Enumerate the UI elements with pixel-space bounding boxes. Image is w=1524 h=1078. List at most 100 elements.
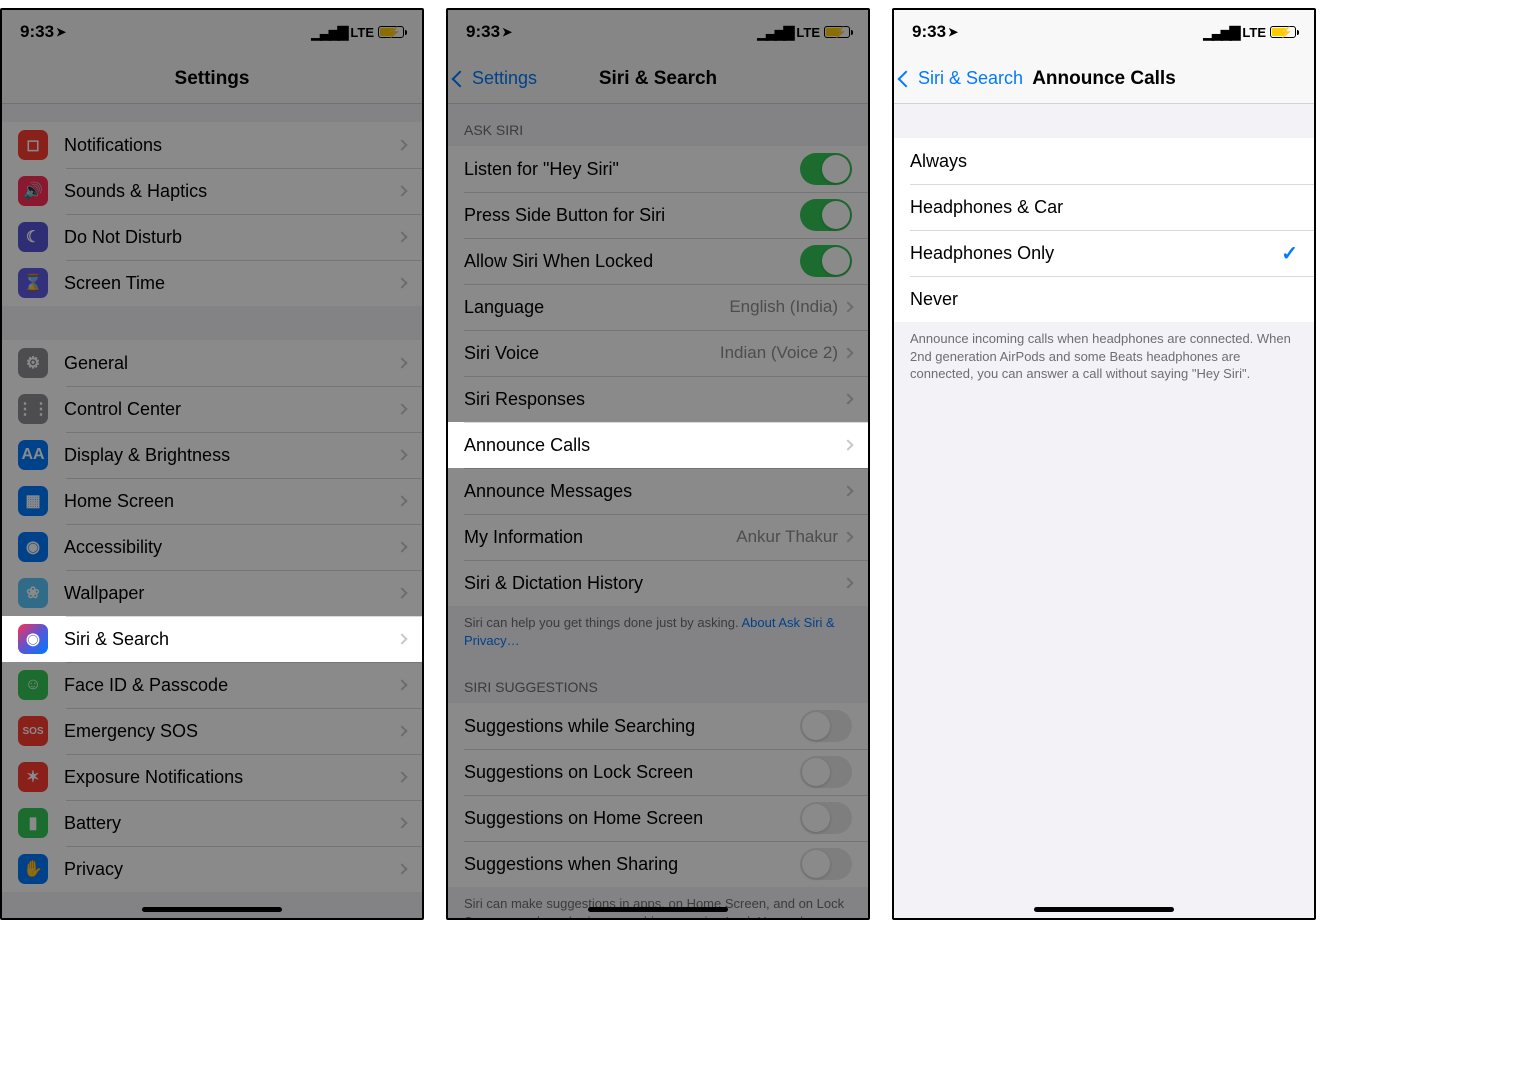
- settings-row-home-screen[interactable]: ▦Home Screen: [2, 478, 422, 524]
- chevron-left-icon: [898, 70, 915, 87]
- row-label: Privacy: [64, 859, 398, 880]
- siri-row-suggestions-on-home-screen[interactable]: Suggestions on Home Screen: [448, 795, 868, 841]
- row-label: Do Not Disturb: [64, 227, 398, 248]
- settings-row-screen-time[interactable]: ⌛ Screen Time: [2, 260, 422, 306]
- toggle[interactable]: [800, 756, 852, 788]
- announce-option-headphones-car[interactable]: Headphones & Car: [894, 184, 1314, 230]
- toggle[interactable]: [800, 153, 852, 185]
- settings-row-control-center[interactable]: ⋮⋮Control Center: [2, 386, 422, 432]
- phone-siri-search: 9:33 ➤ ▁▃▅▇ LTE ⚡ Settings Siri & Search…: [446, 8, 870, 920]
- settings-row-do-not-disturb[interactable]: ☾ Do Not Disturb: [2, 214, 422, 260]
- carrier-label: LTE: [350, 25, 374, 40]
- siri-row-suggestions-on-lock-screen[interactable]: Suggestions on Lock Screen: [448, 749, 868, 795]
- home-indicator[interactable]: [1034, 907, 1174, 912]
- chevron-right-icon: [396, 679, 407, 690]
- app-icon: ⋮⋮: [18, 394, 48, 424]
- section-header-suggestions: SIRI SUGGESTIONS: [448, 661, 868, 703]
- toggle[interactable]: [800, 199, 852, 231]
- chevron-right-icon: [842, 347, 853, 358]
- siri-content[interactable]: ASK SIRI Listen for "Hey Siri"Press Side…: [448, 104, 868, 920]
- option-label: Always: [910, 151, 1298, 172]
- app-icon: ◻: [18, 130, 48, 160]
- siri-row-my-information[interactable]: My InformationAnkur Thakur: [448, 514, 868, 560]
- chevron-right-icon: [396, 449, 407, 460]
- row-label: Display & Brightness: [64, 445, 398, 466]
- toggle[interactable]: [800, 245, 852, 277]
- announce-content[interactable]: Always Headphones & CarHeadphones Only✓ Ne…: [894, 104, 1314, 395]
- toggle[interactable]: [800, 802, 852, 834]
- chevron-right-icon: [396, 771, 407, 782]
- home-indicator[interactable]: [142, 907, 282, 912]
- row-label: Press Side Button for Siri: [464, 205, 800, 226]
- location-icon: ➤: [56, 25, 66, 39]
- siri-row-suggestions-when-sharing[interactable]: Suggestions when Sharing: [448, 841, 868, 887]
- siri-row-language[interactable]: LanguageEnglish (India): [448, 284, 868, 330]
- siri-row-siri-dictation-history[interactable]: Siri & Dictation History: [448, 560, 868, 606]
- row-label: Screen Time: [64, 273, 398, 294]
- settings-row-emergency-sos[interactable]: SOS Emergency SOS: [2, 708, 422, 754]
- siri-row-siri-responses[interactable]: Siri Responses: [448, 376, 868, 422]
- back-button[interactable]: Settings: [454, 54, 537, 103]
- app-icon: ⚙: [18, 348, 48, 378]
- chevron-right-icon: [396, 541, 407, 552]
- settings-row-accessibility[interactable]: ◉ Accessibility: [2, 524, 422, 570]
- battery-icon: ⚡: [378, 26, 404, 38]
- settings-row-privacy[interactable]: ✋Privacy: [2, 846, 422, 892]
- page-title: Siri & Search: [599, 68, 717, 90]
- settings-row-sounds-haptics[interactable]: 🔊Sounds & Haptics: [2, 168, 422, 214]
- row-label: Accessibility: [64, 537, 398, 558]
- chevron-right-icon: [396, 357, 407, 368]
- siri-row-allow-siri-when-locked[interactable]: Allow Siri When Locked: [448, 238, 868, 284]
- signal-icon: ▁▃▅▇: [1203, 24, 1238, 41]
- row-label: Home Screen: [64, 491, 398, 512]
- app-icon: SOS: [18, 716, 48, 746]
- siri-row-listen-for-hey-siri-[interactable]: Listen for "Hey Siri": [448, 146, 868, 192]
- siri-row-announce-calls[interactable]: Announce Calls: [448, 422, 868, 468]
- back-label: Siri & Search: [918, 68, 1023, 89]
- back-button[interactable]: Siri & Search: [900, 54, 1023, 103]
- announce-option-always[interactable]: Always: [894, 138, 1314, 184]
- app-icon: ❀: [18, 578, 48, 608]
- home-indicator[interactable]: [588, 907, 728, 912]
- app-icon: ⌛: [18, 268, 48, 298]
- chevron-left-icon: [452, 70, 469, 87]
- settings-row-exposure-notifications[interactable]: ✶Exposure Notifications: [2, 754, 422, 800]
- battery-icon: ⚡: [1270, 26, 1296, 38]
- settings-row-wallpaper[interactable]: ❀Wallpaper: [2, 570, 422, 616]
- row-label: Siri & Dictation History: [464, 573, 844, 594]
- settings-content[interactable]: ◻Notifications🔊Sounds & Haptics ☾ Do Not D…: [2, 104, 422, 920]
- app-icon: ◉: [18, 532, 48, 562]
- back-label: Settings: [472, 68, 537, 89]
- status-time: 9:33: [912, 22, 946, 42]
- row-label: Sounds & Haptics: [64, 181, 398, 202]
- carrier-label: LTE: [1242, 25, 1266, 40]
- option-label: Never: [910, 289, 1298, 310]
- settings-row-siri-search[interactable]: ◉Siri & Search: [2, 616, 422, 662]
- announce-option-headphones-only[interactable]: Headphones Only✓: [894, 230, 1314, 276]
- settings-row-notifications[interactable]: ◻Notifications: [2, 122, 422, 168]
- settings-row-display-brightness[interactable]: AADisplay & Brightness: [2, 432, 422, 478]
- announce-option-never[interactable]: Never: [894, 276, 1314, 322]
- page-title: Announce Calls: [1032, 68, 1176, 90]
- toggle[interactable]: [800, 848, 852, 880]
- settings-row-face-id-passcode[interactable]: ☺Face ID & Passcode: [2, 662, 422, 708]
- toggle[interactable]: [800, 710, 852, 742]
- row-label: Suggestions when Sharing: [464, 854, 800, 875]
- chevron-right-icon: [396, 185, 407, 196]
- row-label: Listen for "Hey Siri": [464, 159, 800, 180]
- row-label: Face ID & Passcode: [64, 675, 398, 696]
- row-label: Suggestions on Lock Screen: [464, 762, 800, 783]
- row-value: Indian (Voice 2): [720, 343, 838, 363]
- siri-row-suggestions-while-searching[interactable]: Suggestions while Searching: [448, 703, 868, 749]
- siri-row-press-side-button-for-siri[interactable]: Press Side Button for Siri: [448, 192, 868, 238]
- siri-row-announce-messages[interactable]: Announce Messages: [448, 468, 868, 514]
- app-icon: ☾: [18, 222, 48, 252]
- nav-bar: Siri & Search Announce Calls: [894, 54, 1314, 104]
- nav-bar: Settings: [2, 54, 422, 104]
- row-label: Emergency SOS: [64, 721, 398, 742]
- siri-row-siri-voice[interactable]: Siri VoiceIndian (Voice 2): [448, 330, 868, 376]
- chevron-right-icon: [842, 485, 853, 496]
- chevron-right-icon: [396, 495, 407, 506]
- settings-row-battery[interactable]: ▮Battery: [2, 800, 422, 846]
- settings-row-general[interactable]: ⚙General: [2, 340, 422, 386]
